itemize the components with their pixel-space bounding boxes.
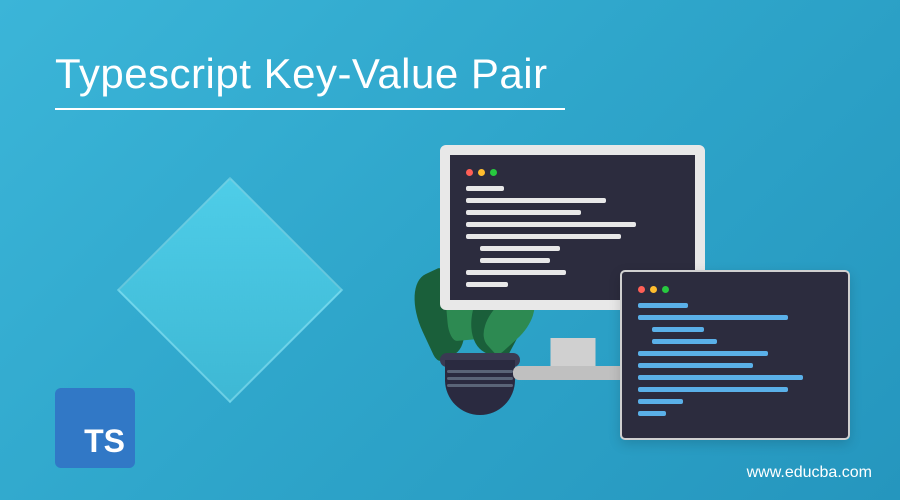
traffic-lights bbox=[466, 169, 679, 176]
code-line bbox=[480, 258, 550, 263]
code-line bbox=[466, 270, 566, 275]
code-line bbox=[638, 399, 683, 404]
monitor-stand bbox=[550, 338, 595, 368]
badge-text: TS bbox=[84, 423, 125, 460]
code-line bbox=[466, 282, 508, 287]
red-dot-icon bbox=[638, 286, 645, 293]
title-underline bbox=[55, 108, 565, 110]
code-line bbox=[638, 351, 768, 356]
pot-stripes bbox=[447, 370, 513, 400]
code-line bbox=[638, 375, 803, 380]
yellow-dot-icon bbox=[650, 286, 657, 293]
code-line bbox=[638, 411, 666, 416]
page-title: Typescript Key-Value Pair bbox=[55, 50, 548, 98]
code-line bbox=[652, 339, 717, 344]
code-line bbox=[466, 234, 621, 239]
code-line bbox=[638, 387, 788, 392]
decorative-diamond bbox=[117, 177, 343, 403]
green-dot-icon bbox=[490, 169, 497, 176]
yellow-dot-icon bbox=[478, 169, 485, 176]
website-url: www.educba.com bbox=[747, 464, 872, 482]
typescript-badge: TS bbox=[55, 388, 135, 468]
green-dot-icon bbox=[662, 286, 669, 293]
code-line bbox=[638, 363, 753, 368]
code-line bbox=[466, 222, 636, 227]
editor-window bbox=[620, 270, 850, 440]
traffic-lights bbox=[638, 286, 832, 293]
code-line bbox=[466, 210, 581, 215]
red-dot-icon bbox=[466, 169, 473, 176]
code-line bbox=[466, 198, 606, 203]
code-line bbox=[638, 303, 688, 308]
monitor-base bbox=[513, 366, 633, 380]
code-line bbox=[466, 186, 504, 191]
code-line bbox=[480, 246, 560, 251]
code-line bbox=[652, 327, 704, 332]
code-line bbox=[638, 315, 788, 320]
